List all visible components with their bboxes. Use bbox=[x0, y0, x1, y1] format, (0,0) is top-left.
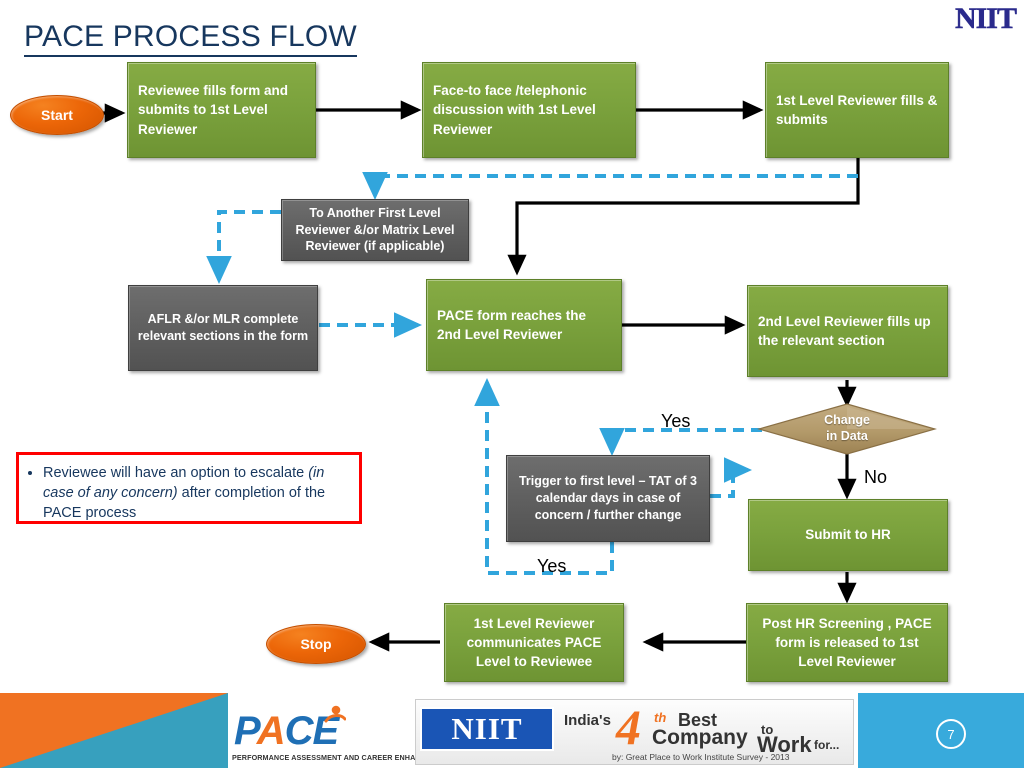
niit-award-banner: NIIT India's 4 th Best Company to Work f… bbox=[415, 699, 854, 765]
niit-logo-top: NIIT bbox=[954, 2, 1018, 36]
connector-label-yes-bottom: Yes bbox=[537, 556, 567, 576]
node-to-another-first-level-reviewer[interactable]: To Another First Level Reviewer &/or Mat… bbox=[281, 199, 469, 261]
note-box: Reviewee will have an option to escalate… bbox=[16, 452, 362, 524]
node-change-in-data-decision[interactable]: Change in Data bbox=[757, 403, 937, 455]
node-reviewee-fills-form[interactable]: Reviewee fills form and submits to 1st L… bbox=[127, 62, 316, 158]
node-label: 2nd Level Reviewer fills up the relevant… bbox=[758, 313, 931, 348]
decision-label-line1: Change bbox=[824, 413, 870, 428]
decision-label: Change in Data bbox=[757, 403, 937, 455]
node-label: PACE form reaches the 2nd Level Reviewer bbox=[437, 307, 587, 342]
start-terminator[interactable]: Start bbox=[10, 95, 104, 135]
node-label: Reviewee fills form and submits to 1st L… bbox=[138, 83, 289, 137]
connector-label-yes-top: Yes bbox=[661, 411, 691, 431]
node-submit-to-hr[interactable]: Submit to HR bbox=[748, 499, 948, 571]
note-text-prefix: Reviewee will have an option to escalate bbox=[43, 465, 309, 481]
node-first-level-communicates[interactable]: 1st Level Reviewer communicates PACE Lev… bbox=[444, 603, 624, 682]
page-title: PACE PROCESS FLOW bbox=[24, 20, 357, 57]
banner-for: for... bbox=[814, 738, 840, 752]
connector-label-no: No bbox=[864, 467, 888, 487]
banner-rank-number: 4 bbox=[616, 699, 641, 755]
banner-company: Company bbox=[652, 726, 748, 749]
footer: PACE PERFORMANCE ASSESSMENT AND CAREER E… bbox=[0, 693, 1024, 768]
node-label: Trigger to first level – TAT of 3 calend… bbox=[518, 474, 698, 522]
banner-credit: by: Great Place to Work Institute Survey… bbox=[612, 752, 790, 762]
banner-rank-suffix: th bbox=[654, 710, 667, 725]
stop-terminator[interactable]: Stop bbox=[266, 624, 366, 664]
note-list: Reviewee will have an option to escalate… bbox=[27, 463, 349, 523]
node-label: 1st Level Reviewer fills & submits bbox=[776, 92, 938, 127]
pace-swoosh-icon bbox=[324, 705, 346, 723]
node-face-to-face-discussion[interactable]: Face-to face /telephonic discussion with… bbox=[422, 62, 636, 158]
niit-logo-footer: NIIT bbox=[420, 707, 554, 751]
node-pace-form-reaches-second-level[interactable]: PACE form reaches the 2nd Level Reviewer bbox=[426, 279, 622, 371]
node-label: AFLR &/or MLR complete relevant sections… bbox=[137, 312, 309, 343]
node-first-level-reviewer-fills[interactable]: 1st Level Reviewer fills & submits bbox=[765, 62, 949, 158]
note-list-item: Reviewee will have an option to escalate… bbox=[43, 463, 349, 523]
node-label: 1st Level Reviewer communicates PACE Lev… bbox=[466, 615, 602, 670]
footer-page-panel: 7 bbox=[858, 693, 1024, 768]
banner-indias: India's bbox=[564, 712, 611, 729]
node-aflr-mlr-complete-sections[interactable]: AFLR &/or MLR complete relevant sections… bbox=[128, 285, 318, 371]
stop-label: Stop bbox=[300, 636, 332, 652]
pace-logo-wordmark: PACE bbox=[234, 709, 339, 753]
decision-label-line2: in Data bbox=[826, 429, 868, 443]
footer-color-band bbox=[0, 693, 228, 768]
node-trigger-to-first-level[interactable]: Trigger to first level – TAT of 3 calend… bbox=[506, 455, 710, 542]
node-label: To Another First Level Reviewer &/or Mat… bbox=[295, 205, 455, 254]
page-number-badge: 7 bbox=[936, 719, 966, 749]
node-second-level-reviewer-fills[interactable]: 2nd Level Reviewer fills up the relevant… bbox=[747, 285, 948, 377]
node-post-hr-screening[interactable]: Post HR Screening , PACE form is release… bbox=[746, 603, 948, 682]
pace-logo: PACE PERFORMANCE ASSESSMENT AND CAREER E… bbox=[228, 697, 452, 765]
node-label: Submit to HR bbox=[805, 527, 891, 543]
node-label: Post HR Screening , PACE form is release… bbox=[762, 615, 932, 670]
node-label: Face-to face /telephonic discussion with… bbox=[433, 83, 596, 137]
slide-canvas: PACE PROCESS FLOW NIIT Start Reviewee fi… bbox=[0, 0, 1024, 768]
niit-logo-footer-text: NIIT bbox=[451, 711, 523, 746]
start-label: Start bbox=[41, 107, 73, 123]
